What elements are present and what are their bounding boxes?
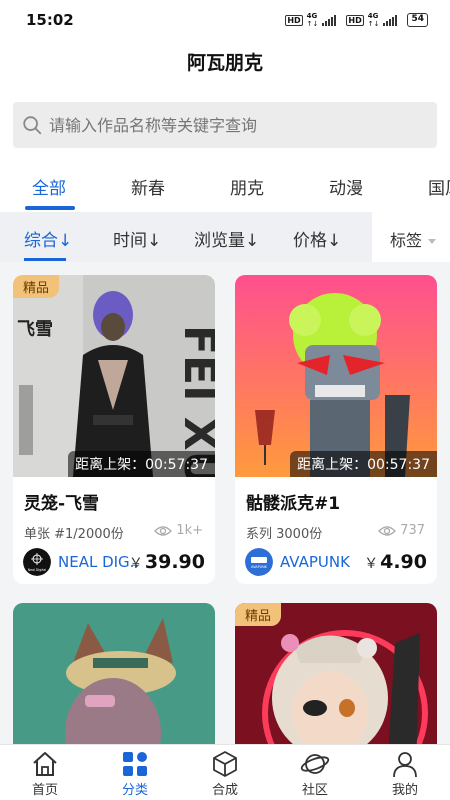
view-count: 1k+	[154, 523, 203, 538]
tab-guofeng[interactable]: 国风	[428, 174, 450, 199]
tabbar-category[interactable]: 分类	[90, 745, 180, 800]
eye-icon	[378, 525, 397, 536]
battery-icon: 54	[407, 13, 428, 27]
category-tabs: 全部 新春 朋克 动漫 国风	[0, 160, 450, 212]
product-image: 距离上架：00:57:37	[235, 275, 437, 477]
search-icon	[23, 116, 42, 135]
network-icon: 4G ↑↓	[306, 12, 319, 28]
product-card[interactable]: FEI XUE 飞雪 精品 距离上架：00:57:37 灵笼-飞雪 单张 #1/…	[13, 275, 215, 584]
tabbar-community[interactable]: 社区	[270, 745, 360, 800]
creator-info[interactable]: Neal Digital NEAL DIG...	[23, 548, 138, 576]
product-image: FEI XUE 飞雪 精品 距离上架：00:57:37	[13, 275, 215, 477]
premium-badge: 精品	[235, 603, 282, 626]
active-tab-indicator	[25, 206, 75, 210]
active-sort-indicator	[24, 258, 66, 261]
artwork-skeleton-punk	[235, 275, 437, 477]
product-edition: 单张 #1/2000份	[24, 527, 124, 542]
home-icon	[33, 752, 57, 776]
artwork-wolf	[13, 603, 215, 763]
creator-info[interactable]: AVAPUNK AVAPUNK	[245, 548, 350, 576]
product-card[interactable]: 距离上架：00:57:37 骷髅派克#1 系列 3000份 737 AVAPUN…	[235, 275, 437, 584]
product-title: 骷髅派克#1	[246, 494, 341, 514]
search-input[interactable]	[49, 115, 409, 135]
status-bar: 15:02 HD 4G ↑↓ HD 4G ↑↓ 54	[0, 0, 450, 40]
cube-icon	[213, 751, 237, 777]
tabbar-label: 分类	[121, 783, 148, 798]
sort-time[interactable]: 时间↓	[113, 226, 161, 251]
tabbar-home[interactable]: 首页	[0, 745, 90, 800]
tabbar-label: 首页	[31, 783, 58, 798]
price: ￥ 4.90	[364, 551, 427, 573]
product-image: 精品	[235, 603, 437, 763]
tabbar-compose[interactable]: 合成	[180, 745, 270, 800]
status-time: 15:02	[26, 11, 74, 29]
network-icon: 4G ↑↓	[367, 12, 380, 28]
creator-name: AVAPUNK	[280, 553, 350, 571]
tabbar-label: 合成	[211, 783, 238, 798]
product-card[interactable]: 精品	[235, 603, 437, 763]
premium-badge: 精品	[13, 275, 60, 298]
hd-icon: HD	[285, 14, 303, 26]
tabbar-label: 我的	[391, 783, 418, 798]
bottom-tab-bar: 首页 分类 合成 社区 我的	[0, 744, 450, 800]
product-card[interactable]	[13, 603, 215, 763]
tag-filter-label: 标签	[390, 231, 423, 250]
eye-icon	[154, 525, 173, 536]
user-icon	[393, 752, 417, 778]
caret-down-icon	[428, 239, 437, 244]
status-icons: HD 4G ↑↓ HD 4G ↑↓ 54	[285, 12, 428, 28]
page-title: 阿瓦朋克	[0, 40, 450, 90]
view-count: 737	[378, 523, 425, 538]
creator-avatar: AVAPUNK	[245, 548, 273, 576]
svg-text:Neal Digital: Neal Digital	[28, 568, 47, 572]
creator-avatar: Neal Digital	[23, 548, 51, 576]
search-bar[interactable]	[13, 102, 437, 148]
product-edition: 系列 3000份	[246, 527, 323, 542]
search-section	[0, 90, 450, 160]
tabbar-label: 社区	[301, 783, 328, 798]
signal-icon	[383, 14, 398, 26]
planet-icon	[300, 754, 330, 774]
sort-price[interactable]: 价格↓	[293, 226, 341, 251]
tabbar-mine[interactable]: 我的	[360, 745, 450, 800]
sort-comprehensive[interactable]: 综合↓	[24, 226, 72, 251]
artwork-feixue: FEI XUE 飞雪	[13, 275, 215, 477]
tab-anime[interactable]: 动漫	[329, 174, 363, 199]
hd-icon: HD	[346, 14, 364, 26]
tab-punk[interactable]: 朋克	[230, 174, 264, 199]
svg-text:飞雪: 飞雪	[17, 319, 53, 340]
creator-name: NEAL DIG...	[58, 553, 138, 571]
svg-text:AVAPUNK: AVAPUNK	[251, 565, 268, 569]
tab-new-year[interactable]: 新春	[131, 174, 165, 199]
product-title: 灵笼-飞雪	[24, 494, 100, 514]
artwork-eyepatch-girl	[235, 603, 437, 763]
tab-all[interactable]: 全部	[32, 174, 66, 199]
listing-countdown: 距离上架：00:57:37	[68, 451, 215, 477]
listing-countdown: 距离上架：00:57:37	[290, 451, 437, 477]
signal-icon	[322, 14, 337, 26]
product-image	[13, 603, 215, 763]
tag-filter[interactable]: 标签	[372, 212, 450, 262]
category-icon	[123, 752, 147, 776]
sort-views[interactable]: 浏览量↓	[194, 226, 259, 251]
price: ￥ 39.90	[128, 551, 205, 573]
